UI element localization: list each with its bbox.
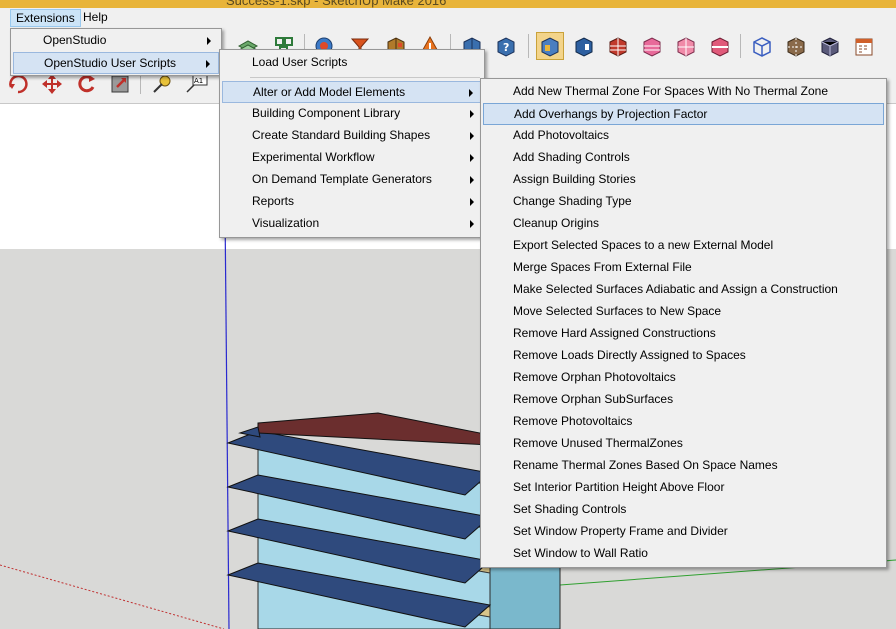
help-icon[interactable]: ?: [492, 32, 520, 60]
menu-item-remove-unused-thermalzones[interactable]: Remove Unused ThermalZones: [483, 433, 884, 455]
wireframe-icon[interactable]: [748, 32, 776, 60]
menu-item-add-shading-controls[interactable]: Add Shading Controls: [483, 147, 884, 169]
menu-item-openstudio-user-scripts[interactable]: OpenStudio User Scripts: [13, 52, 219, 74]
menu-item-experimental-workflow[interactable]: Experimental Workflow: [222, 147, 482, 169]
menu-separator: [250, 77, 480, 78]
menu-item-remove-orphan-photovoltaics[interactable]: Remove Orphan Photovoltaics: [483, 367, 884, 389]
menu-item-add-photovoltaics[interactable]: Add Photovoltaics: [483, 125, 884, 147]
menu-item-assign-building-stories[interactable]: Assign Building Stories: [483, 169, 884, 191]
menu-item-set-window-to-wall-ratio[interactable]: Set Window to Wall Ratio: [483, 543, 884, 565]
menu-item-remove-loads[interactable]: Remove Loads Directly Assigned to Spaces: [483, 345, 884, 367]
title-bar: Success-1.skp - SketchUp Make 2016: [0, 0, 896, 8]
menu-item-openstudio[interactable]: OpenStudio: [13, 30, 219, 52]
menu-help[interactable]: Help: [78, 9, 113, 27]
menu-item-add-new-thermal-zone[interactable]: Add New Thermal Zone For Spaces With No …: [483, 81, 884, 103]
alter-model-elements-menu: Add New Thermal Zone For Spaces With No …: [480, 78, 887, 568]
thermal-zone-render-icon[interactable]: [570, 32, 598, 60]
menu-item-remove-photovoltaics[interactable]: Remove Photovoltaics: [483, 411, 884, 433]
chevron-right-icon: [470, 110, 474, 118]
menu-item-on-demand-template-generators[interactable]: On Demand Template Generators: [222, 169, 482, 191]
menu-item-move-surfaces-new-space[interactable]: Move Selected Surfaces to New Space: [483, 301, 884, 323]
xray-icon[interactable]: [782, 32, 810, 60]
menu-item-remove-hard-assigned-constructions[interactable]: Remove Hard Assigned Constructions: [483, 323, 884, 345]
boundary-render-icon[interactable]: [638, 32, 666, 60]
calendar-icon[interactable]: [850, 32, 878, 60]
menu-extensions[interactable]: Extensions: [10, 9, 81, 27]
chevron-right-icon: [469, 89, 473, 97]
menu-item-set-shading-controls[interactable]: Set Shading Controls: [483, 499, 884, 521]
space-type-render-icon[interactable]: [536, 32, 564, 60]
user-scripts-menu: Load User Scripts Alter or Add Model Ele…: [219, 49, 485, 238]
menu-item-reports[interactable]: Reports: [222, 191, 482, 213]
menu-item-load-user-scripts[interactable]: Load User Scripts: [222, 52, 482, 74]
chevron-right-icon: [470, 132, 474, 140]
menu-item-building-component-library[interactable]: Building Component Library: [222, 103, 482, 125]
chevron-right-icon: [206, 60, 210, 68]
chevron-right-icon: [470, 176, 474, 184]
chevron-right-icon: [470, 154, 474, 162]
menu-item-cleanup-origins[interactable]: Cleanup Origins: [483, 213, 884, 235]
chevron-right-icon: [470, 198, 474, 206]
menu-item-set-window-frame-divider[interactable]: Set Window Property Frame and Divider: [483, 521, 884, 543]
menu-item-set-interior-partition-height[interactable]: Set Interior Partition Height Above Floo…: [483, 477, 884, 499]
menu-item-rename-thermal-zones[interactable]: Rename Thermal Zones Based On Space Name…: [483, 455, 884, 477]
menu-item-make-surfaces-adiabatic[interactable]: Make Selected Surfaces Adiabatic and Ass…: [483, 279, 884, 301]
menu-item-export-selected-spaces[interactable]: Export Selected Spaces to a new External…: [483, 235, 884, 257]
menu-item-merge-spaces[interactable]: Merge Spaces From External File: [483, 257, 884, 279]
menu-item-remove-orphan-subsurfaces[interactable]: Remove Orphan SubSurfaces: [483, 389, 884, 411]
menu-item-add-overhangs[interactable]: Add Overhangs by Projection Factor: [483, 103, 884, 125]
extensions-menu: OpenStudio OpenStudio User Scripts: [10, 28, 222, 76]
menu-item-visualization[interactable]: Visualization: [222, 213, 482, 235]
window-title: Success-1.skp - SketchUp Make 2016: [226, 0, 447, 8]
menu-item-change-shading-type[interactable]: Change Shading Type: [483, 191, 884, 213]
shaded-icon[interactable]: [816, 32, 844, 60]
menu-bar: Extensions Help: [0, 8, 896, 28]
construction-render-icon[interactable]: [604, 32, 632, 60]
layer-render-icon[interactable]: [672, 32, 700, 60]
chevron-right-icon: [207, 37, 211, 45]
menu-item-alter-or-add-model-elements[interactable]: Alter or Add Model Elements: [222, 81, 482, 103]
menu-item-create-standard-building-shapes[interactable]: Create Standard Building Shapes: [222, 125, 482, 147]
surface-render-icon[interactable]: [706, 32, 734, 60]
chevron-right-icon: [470, 220, 474, 228]
svg-text:?: ?: [503, 41, 509, 54]
tape-label: A1: [194, 77, 203, 85]
